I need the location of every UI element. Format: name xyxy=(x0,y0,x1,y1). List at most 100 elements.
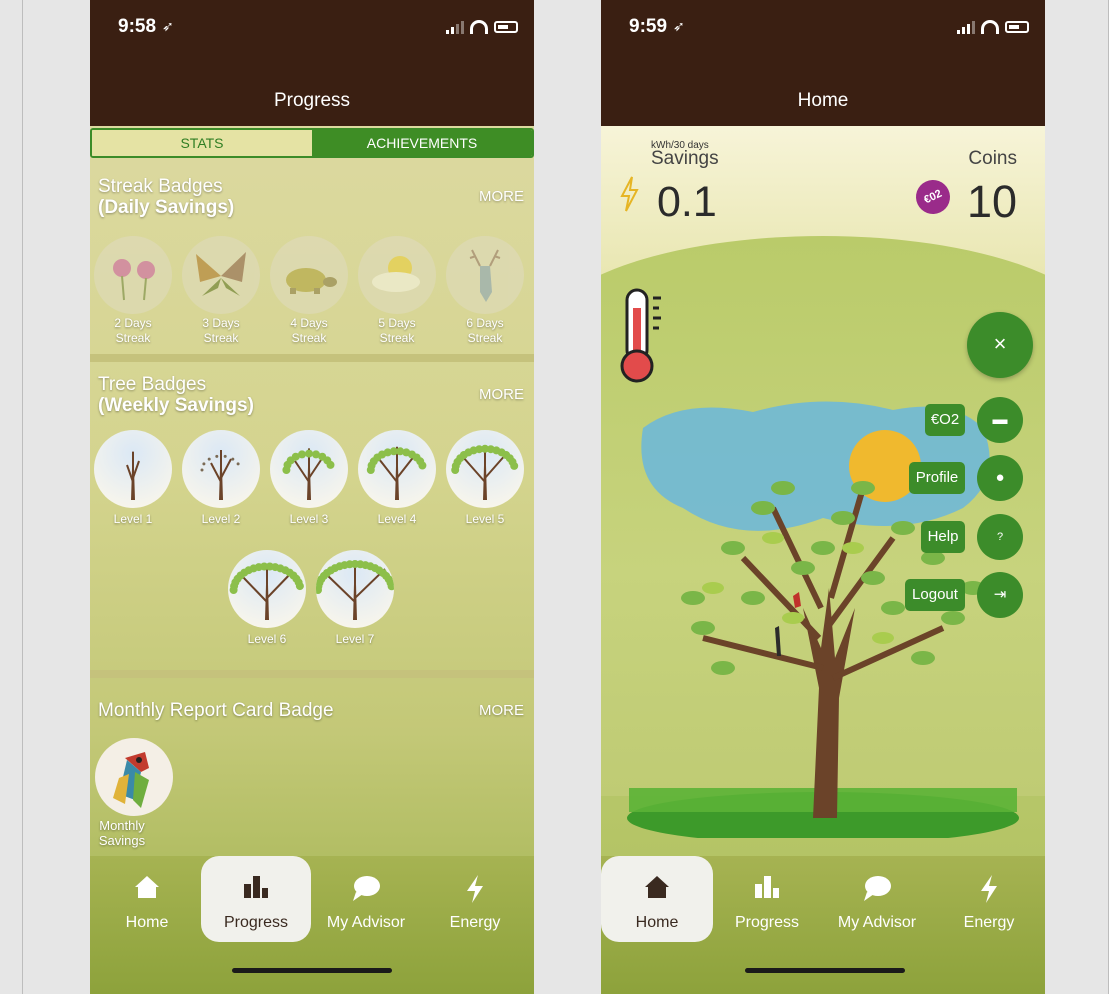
wifi-icon xyxy=(981,20,999,34)
menu-label-profile[interactable]: Profile xyxy=(909,462,965,494)
menu-label-co2[interactable]: €O2 xyxy=(925,404,965,436)
nav-energy[interactable]: Energy xyxy=(426,856,524,942)
thermometer-icon xyxy=(620,288,661,383)
profile-button[interactable]: ● xyxy=(977,455,1023,501)
status-time: 9:59 xyxy=(629,16,668,37)
tab-stats[interactable]: STATS xyxy=(92,130,312,156)
nav-progress[interactable]: Progress xyxy=(201,856,311,942)
streak-label-2: 2 Days Streak xyxy=(114,316,152,345)
tree-badge-level-2[interactable] xyxy=(182,430,260,508)
nav-energy[interactable]: Energy xyxy=(939,856,1039,942)
tree-section-title: Tree Badges (Weekly Savings) xyxy=(98,374,254,416)
bar-chart-icon xyxy=(755,876,779,898)
streak-label-3: 3 Days Streak xyxy=(202,316,240,345)
chat-bubble-icon xyxy=(353,876,380,901)
close-menu-button[interactable]: × xyxy=(967,312,1033,378)
battery-icon xyxy=(494,21,518,33)
nav-my-advisor[interactable]: My Advisor xyxy=(316,856,416,942)
monthly-savings-badge[interactable] xyxy=(95,738,173,816)
monthly-more-link[interactable]: MORE xyxy=(479,702,524,719)
question-icon: ? xyxy=(996,531,1004,543)
tree-icon xyxy=(229,562,304,620)
wallet-button[interactable]: ▬ xyxy=(977,397,1023,443)
progress-screen: 9:58 ➶ Progress STATS ACHIEVEMENTS Strea… xyxy=(90,0,534,994)
streak-label-6: 6 Days Streak xyxy=(466,316,504,345)
section-divider xyxy=(90,670,534,678)
coins-label: Coins xyxy=(968,148,1017,169)
lightning-icon xyxy=(467,875,483,903)
tree-badge-label: Level 7 xyxy=(335,632,375,646)
streak-badge-6-days[interactable] xyxy=(446,236,524,314)
bottom-nav: Home Progress My Advisor Energy xyxy=(601,856,1045,994)
tree-icon xyxy=(282,448,335,500)
streak-badge-3-days[interactable] xyxy=(182,236,260,314)
streak-badge-5-days[interactable] xyxy=(358,236,436,314)
deer-icon xyxy=(469,249,501,302)
battery-icon xyxy=(1005,21,1029,33)
lightning-icon xyxy=(620,176,639,212)
location-arrow-icon: ➶ xyxy=(673,18,685,34)
streak-title: Streak Badges xyxy=(98,176,223,197)
tree-badge-label: Level 6 xyxy=(247,632,287,646)
nav-my-advisor[interactable]: My Advisor xyxy=(825,856,929,942)
tree-badge-label: Level 2 xyxy=(201,512,241,526)
chat-bubble-icon xyxy=(864,876,891,901)
home-icon xyxy=(645,876,669,898)
stats-tabs: STATS ACHIEVEMENTS xyxy=(90,128,534,158)
help-button[interactable]: ? xyxy=(977,514,1023,560)
flowers-icon xyxy=(113,259,155,301)
home-screen: 9:59 ➶ Home kWh/30 days Savings 0.1 Coin… xyxy=(601,0,1045,994)
tree-badge-level-6[interactable] xyxy=(228,550,306,628)
bar-chart-icon xyxy=(244,876,268,898)
menu-label-help[interactable]: Help xyxy=(921,521,965,553)
bottom-nav: Home Progress My Advisor Energy xyxy=(90,856,534,994)
streak-label-5: 5 Days Streak xyxy=(378,316,416,345)
savings-label: Savings xyxy=(651,148,719,169)
tree-badge-level-4[interactable] xyxy=(358,430,436,508)
tree-subtitle: (Weekly Savings) xyxy=(98,395,254,416)
tree-more-link[interactable]: MORE xyxy=(479,386,524,403)
streak-more-link[interactable]: MORE xyxy=(479,188,524,205)
wifi-icon xyxy=(470,20,488,34)
tree-badge-level-5[interactable] xyxy=(446,430,524,508)
tree-badge-label: Level 1 xyxy=(113,512,153,526)
monthly-badge-label: Monthly Savings xyxy=(98,818,146,848)
page-title: Home xyxy=(601,74,1045,126)
tree-badge-level-7[interactable] xyxy=(316,550,394,628)
tree-icon xyxy=(451,444,519,500)
status-bar: 9:58 ➶ xyxy=(90,0,534,74)
nav-home[interactable]: Home xyxy=(98,856,196,942)
menu-label-logout[interactable]: Logout xyxy=(905,579,965,611)
monthly-title: Monthly Report Card Badge xyxy=(98,700,334,721)
butterfly-icon xyxy=(196,252,246,296)
parrot-icon xyxy=(113,752,149,808)
savings-value: 0.1 xyxy=(657,178,717,226)
tree-title: Tree Badges xyxy=(98,374,207,395)
tab-achievements[interactable]: ACHIEVEMENTS xyxy=(312,130,532,156)
lightning-icon xyxy=(981,875,997,903)
streak-badge-2-days[interactable] xyxy=(94,236,172,314)
tree-badge-label: Level 3 xyxy=(289,512,329,526)
tree-icon xyxy=(316,560,394,620)
sun-cloud-icon xyxy=(372,256,420,292)
streak-section-title: Streak Badges (Daily Savings) xyxy=(98,176,234,218)
streak-label-4: 4 Days Streak xyxy=(290,316,328,345)
tree-badge-level-3[interactable] xyxy=(270,430,348,508)
person-icon: ● xyxy=(995,469,1005,486)
tree-icon xyxy=(366,446,427,500)
page-title: Progress xyxy=(90,74,534,126)
streak-badge-4-days[interactable] xyxy=(270,236,348,314)
streak-subtitle: (Daily Savings) xyxy=(98,197,235,218)
signal-icon xyxy=(446,20,464,34)
nav-home[interactable]: Home xyxy=(601,856,713,942)
tree-badge-level-1[interactable] xyxy=(94,430,172,508)
coins-value: 10 xyxy=(966,176,1017,227)
status-time: 9:58 xyxy=(118,16,157,37)
location-arrow-icon: ➶ xyxy=(162,18,174,34)
logout-button[interactable]: ⇥ xyxy=(977,572,1023,618)
turtle-icon xyxy=(286,268,337,294)
tree-badge-label: Level 5 xyxy=(465,512,505,526)
nav-progress[interactable]: Progress xyxy=(721,856,813,942)
wallet-icon: ▬ xyxy=(992,411,1008,428)
home-icon xyxy=(135,876,159,898)
